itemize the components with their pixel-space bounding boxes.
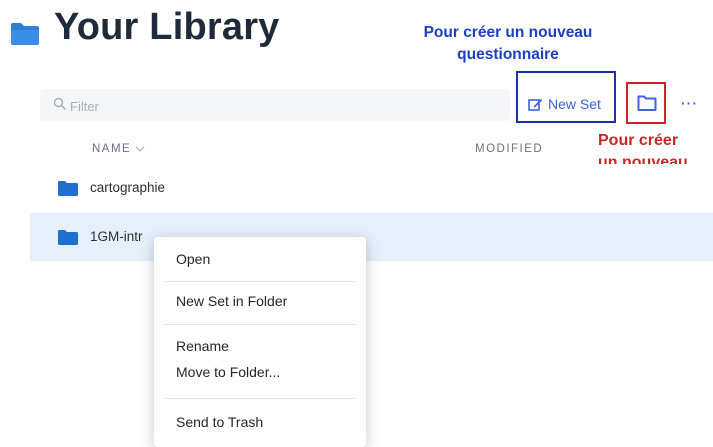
chevron-down-icon [135,146,145,152]
menu-item-new-set-in-folder[interactable]: New Set in Folder [176,293,287,309]
column-header-name-label: NAME [92,143,132,155]
new-set-button[interactable]: New Set [528,93,601,115]
new-folder-button[interactable] [637,94,657,112]
new-set-annotation-line2: questionnaire [457,46,559,63]
folder-icon [58,230,78,245]
menu-item-send-to-trash[interactable]: Send to Trash [176,414,263,430]
folder-icon [58,181,78,196]
edit-icon [528,98,543,111]
new-folder-annotation-line1: Pour créer [598,132,679,149]
context-menu: Open New Set in Folder Rename Move to Fo… [154,237,366,447]
menu-divider [164,398,356,399]
more-options-button[interactable]: ··· [681,95,698,111]
folder-name: 1GM-intr [90,229,143,244]
menu-divider [164,324,356,325]
column-header-name[interactable]: NAME [92,143,145,155]
menu-item-rename[interactable]: Rename [176,338,229,354]
search-icon [53,97,66,110]
column-header-modified[interactable]: MODIFIED [475,143,543,155]
new-set-annotation-line1: Pour créer un nouveau [423,24,593,41]
folder-name: cartographie [90,180,166,195]
page-title: Your Library [54,6,280,48]
list-item-selected[interactable]: 1GM-intr [30,213,713,261]
menu-item-move-to-folder[interactable]: Move to Folder... [176,364,280,380]
filter-input[interactable] [68,92,492,120]
list-item[interactable]: cartographie [30,164,713,212]
new-set-label: New Set [548,96,601,112]
new-set-annotation: Pour créer un nouveau questionnaire [392,22,624,66]
menu-divider [164,281,356,282]
folder-icon [11,23,39,45]
menu-item-open[interactable]: Open [176,251,210,267]
